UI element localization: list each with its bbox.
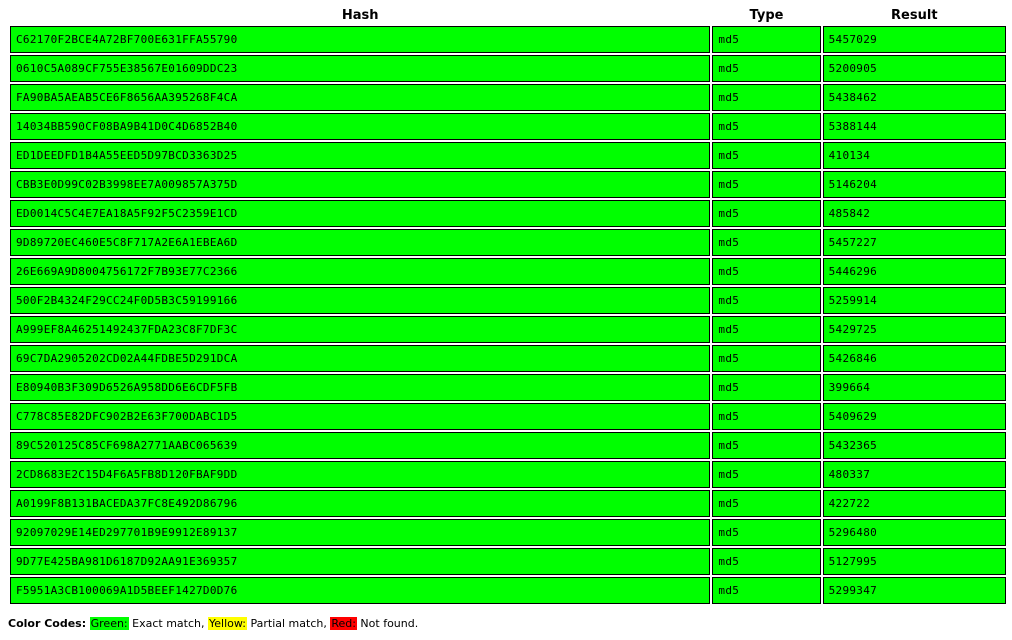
legend-green-swatch: Green:	[89, 617, 129, 630]
table-body: C62170F2BCE4A72BF700E631FFA55790 md5 54570…	[10, 26, 1006, 604]
legend-red-swatch: Red:	[330, 617, 357, 630]
color-codes-legend: Color Codes: Green: Exact match, Yellow:…	[8, 617, 418, 630]
result-cell: 5388144	[822, 113, 1006, 140]
table-row: E80940B3F309D6526A958DD6E6CDF5FB md5 39966…	[10, 374, 1006, 401]
table-row: 2CD8683E2C15D4F6A5FB8D120FBAF9DD md5 48033…	[10, 461, 1006, 488]
table-row: 14034BB590CF08BA9B41D0C4D6852B40 md5 53881…	[10, 113, 1006, 140]
hash-cell: 500F2B4324F29CC24F0D5B3C59199166	[10, 287, 711, 314]
hash-cell: 9D77E425BA981D6187D92AA91E369357	[10, 548, 711, 575]
type-cell: md5	[712, 26, 821, 53]
result-cell: 422722	[822, 490, 1006, 517]
column-header-result: Result	[891, 7, 938, 23]
hash-cell: CBB3E0D99C02B3998EE7A009857A375D	[10, 171, 711, 198]
hash-cell: 9D89720EC460E5C8F717A2E6A1EBEA6D	[10, 229, 711, 256]
type-cell: md5	[712, 200, 821, 227]
result-cell: 480337	[822, 461, 1006, 488]
hash-cell: ED0014C5C4E7EA18A5F92F5C2359E1CD	[10, 200, 711, 227]
table-row: 0610C5A089CF755E38567E01609DDC23 md5 52009…	[10, 55, 1006, 82]
result-cell: 485842	[822, 200, 1006, 227]
type-cell: md5	[712, 490, 821, 517]
type-cell: md5	[712, 316, 821, 343]
column-header-type: Type	[749, 7, 784, 23]
hash-cell: C62170F2BCE4A72BF700E631FFA55790	[10, 26, 711, 53]
table-row: 26E669A9D8004756172F7B93E77C2366 md5 54462…	[10, 258, 1006, 285]
table-row: 500F2B4324F29CC24F0D5B3C59199166 md5 52599…	[10, 287, 1006, 314]
table-row: A999EF8A46251492437FDA23C8F7DF3C md5 54297…	[10, 316, 1006, 343]
table-row: ED0014C5C4E7EA18A5F92F5C2359E1CD md5 48584…	[10, 200, 1006, 227]
result-cell: 5446296	[822, 258, 1006, 285]
type-cell: md5	[712, 548, 821, 575]
table-row: 9D77E425BA981D6187D92AA91E369357 md5 51279…	[10, 548, 1006, 575]
hash-cell: E80940B3F309D6526A958DD6E6CDF5FB	[10, 374, 711, 401]
table-row: 9D89720EC460E5C8F717A2E6A1EBEA6D md5 54572…	[10, 229, 1006, 256]
type-cell: md5	[712, 287, 821, 314]
result-cell: 5457029	[822, 26, 1006, 53]
hash-cell: C778C85E82DFC902B2E63F700DABC1D5	[10, 403, 711, 430]
hash-cell: 26E669A9D8004756172F7B93E77C2366	[10, 258, 711, 285]
table-header-row: Hash Type Result	[10, 6, 1006, 24]
result-cell: 5259914	[822, 287, 1006, 314]
result-cell: 5146204	[822, 171, 1006, 198]
type-cell: md5	[712, 258, 821, 285]
table-row: F5951A3CB100069A1D5BEEF1427D0D76 md5 52993…	[10, 577, 1006, 604]
type-cell: md5	[712, 577, 821, 604]
table-row: C62170F2BCE4A72BF700E631FFA55790 md5 54570…	[10, 26, 1006, 53]
type-cell: md5	[712, 55, 821, 82]
type-cell: md5	[712, 403, 821, 430]
hash-cell: 0610C5A089CF755E38567E01609DDC23	[10, 55, 711, 82]
legend-green-text: Exact match,	[128, 617, 208, 630]
hash-cell: ED1DEEDFD1B4A55EED5D97BCD3363D25	[10, 142, 711, 169]
table-row: 92097029E14ED297701B9E9912E89137 md5 52964…	[10, 519, 1006, 546]
legend-yellow-swatch: Yellow:	[208, 617, 247, 630]
legend-yellow-text: Partial match,	[246, 617, 331, 630]
type-cell: md5	[712, 374, 821, 401]
type-cell: md5	[712, 171, 821, 198]
result-cell: 5296480	[822, 519, 1006, 546]
result-cell: 5127995	[822, 548, 1006, 575]
column-header-hash: Hash	[341, 7, 379, 23]
hash-cell: 92097029E14ED297701B9E9912E89137	[10, 519, 711, 546]
result-cell: 410134	[822, 142, 1006, 169]
type-cell: md5	[712, 84, 821, 111]
hash-cell: A0199F8B131BACEDA37FC8E492D86796	[10, 490, 711, 517]
table-row: C778C85E82DFC902B2E63F700DABC1D5 md5 54096…	[10, 403, 1006, 430]
table-row: A0199F8B131BACEDA37FC8E492D86796 md5 42272…	[10, 490, 1006, 517]
hash-cell: 89C520125C85CF698A2771AABC065639	[10, 432, 711, 459]
legend-title: Color Codes:	[8, 617, 87, 630]
table-row: FA90BA5AEAB5CE6F8656AA395268F4CA md5 54384…	[10, 84, 1006, 111]
legend-red-text: Not found.	[356, 617, 419, 630]
table-row: 89C520125C85CF698A2771AABC065639 md5 54323…	[10, 432, 1006, 459]
result-cell: 5457227	[822, 229, 1006, 256]
hash-cell: FA90BA5AEAB5CE6F8656AA395268F4CA	[10, 84, 711, 111]
type-cell: md5	[712, 461, 821, 488]
result-cell: 5438462	[822, 84, 1006, 111]
table-row: CBB3E0D99C02B3998EE7A009857A375D md5 51462…	[10, 171, 1006, 198]
table-row: 69C7DA2905202CD02A44FDBE5D291DCA md5 54268…	[10, 345, 1006, 372]
type-cell: md5	[712, 229, 821, 256]
result-cell: 5299347	[822, 577, 1006, 604]
type-cell: md5	[712, 519, 821, 546]
type-cell: md5	[712, 142, 821, 169]
result-cell: 5429725	[822, 316, 1006, 343]
type-cell: md5	[712, 432, 821, 459]
result-cell: 5426846	[822, 345, 1006, 372]
hash-cell: F5951A3CB100069A1D5BEEF1427D0D76	[10, 577, 711, 604]
type-cell: md5	[712, 345, 821, 372]
hash-cell: 69C7DA2905202CD02A44FDBE5D291DCA	[10, 345, 711, 372]
table-row: ED1DEEDFD1B4A55EED5D97BCD3363D25 md5 41013…	[10, 142, 1006, 169]
hash-cell: 14034BB590CF08BA9B41D0C4D6852B40	[10, 113, 711, 140]
result-cell: 5432365	[822, 432, 1006, 459]
results-container: Hash Type Result C62170F2BCE4A72BF700E63…	[8, 4, 1007, 606]
hash-cell: A999EF8A46251492437FDA23C8F7DF3C	[10, 316, 711, 343]
result-cell: 5200905	[822, 55, 1006, 82]
hash-results-table: Hash Type Result C62170F2BCE4A72BF700E63…	[8, 4, 1008, 606]
hash-cell: 2CD8683E2C15D4F6A5FB8D120FBAF9DD	[10, 461, 711, 488]
type-cell: md5	[712, 113, 821, 140]
result-cell: 5409629	[822, 403, 1006, 430]
result-cell: 399664	[822, 374, 1006, 401]
